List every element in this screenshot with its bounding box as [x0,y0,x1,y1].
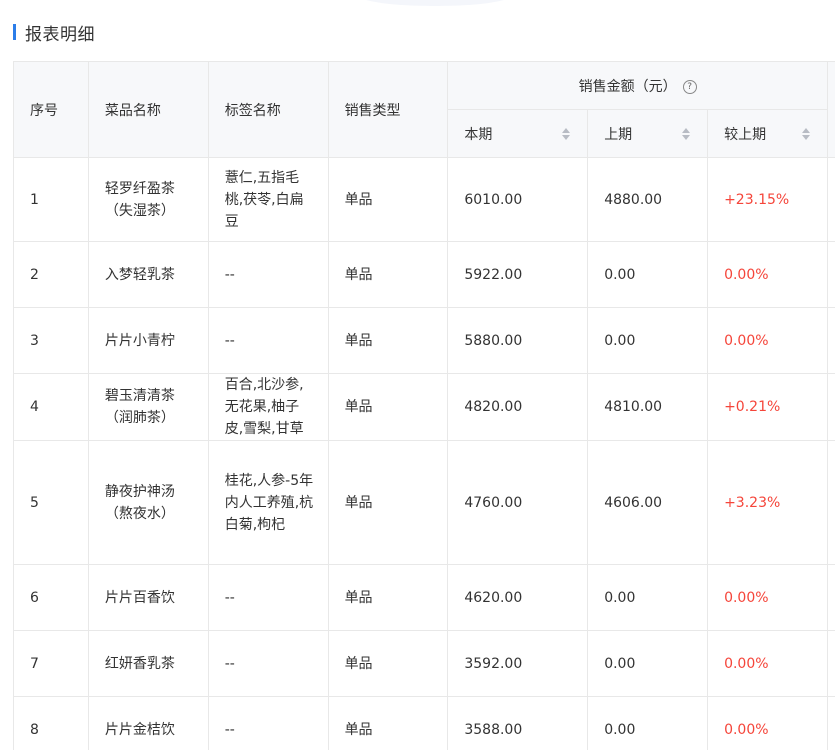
cell-type: 单品 [327,373,449,441]
cell-type: 单品 [327,564,449,631]
cell-type: 单品 [327,241,449,308]
cell-previous: 0.00 [587,241,709,308]
header-current[interactable]: 本期 [447,109,589,158]
cell-change: 0.00% [707,241,828,308]
header-previous-label: 上期 [604,126,633,143]
cell-index: 5 [13,440,89,565]
cell-tags: -- [207,307,329,374]
cell-tags: -- [207,241,329,308]
header-change-label: 较上期 [724,126,767,143]
cell-current: 4820.00 [447,373,589,441]
cell-previous: 0.00 [587,564,709,631]
table-row: 5 静夜护神汤（熬夜水） 桂花,人参-5年内人工养殖,杭白菊,枸杞 单品 476… [13,440,835,565]
cell-type: 单品 [327,696,449,750]
header-sales-amount-label: 销售金额（元） [578,78,677,95]
cell-previous: 4606.00 [587,440,709,565]
cell-index: 7 [13,630,89,697]
top-decoration [360,0,510,6]
table-row: 6 片片百香饮 -- 单品 4620.00 0.00 0.00% [13,564,835,631]
cell-extra [826,241,835,308]
cell-index: 3 [13,307,89,374]
header-dish-name: 菜品名称 [87,61,209,158]
cell-index: 6 [13,564,89,631]
sort-caret-icon[interactable] [681,127,691,140]
header-previous[interactable]: 上期 [587,109,709,158]
cell-extra [826,630,835,697]
cell-dish-name: 静夜护神汤（熬夜水） [87,440,209,565]
header-extra [826,61,835,158]
report-table: 序号 菜品名称 标签名称 销售类型 销售金额（元）? 本期 上期 较上期 1 轻… [13,61,835,750]
cell-tags: 桂花,人参-5年内人工养殖,杭白菊,枸杞 [207,440,329,565]
cell-previous: 4880.00 [587,157,709,242]
cell-dish-name: 入梦轻乳茶 [87,241,209,308]
report-table-container: 序号 菜品名称 标签名称 销售类型 销售金额（元）? 本期 上期 较上期 1 轻… [13,61,835,750]
cell-type: 单品 [327,440,449,565]
cell-tags: 百合,北沙参,无花果,柚子皮,雪梨,甘草 [207,373,329,441]
cell-tags: -- [207,630,329,697]
cell-dish-name: 片片小青柠 [87,307,209,374]
cell-dish-name: 红妍香乳茶 [87,630,209,697]
cell-change: +23.15% [707,157,828,242]
cell-extra [826,157,835,242]
cell-index: 8 [13,696,89,750]
table-row: 7 红妍香乳茶 -- 单品 3592.00 0.00 0.00% [13,630,835,697]
cell-current: 4620.00 [447,564,589,631]
cell-type: 单品 [327,630,449,697]
cell-tags: -- [207,564,329,631]
cell-extra [826,373,835,441]
table-row: 8 片片金桔饮 -- 单品 3588.00 0.00 0.00% [13,696,835,750]
header-index: 序号 [13,61,89,158]
header-tag-name: 标签名称 [207,61,329,158]
cell-extra [826,307,835,374]
cell-current: 5880.00 [447,307,589,374]
header-current-label: 本期 [464,126,493,143]
cell-dish-name: 片片百香饮 [87,564,209,631]
table-row: 3 片片小青柠 -- 单品 5880.00 0.00 0.00% [13,307,835,374]
cell-extra [826,564,835,631]
header-change[interactable]: 较上期 [707,109,828,158]
table-row: 4 碧玉清清茶（润肺茶） 百合,北沙参,无花果,柚子皮,雪梨,甘草 单品 482… [13,373,835,441]
cell-index: 1 [13,157,89,242]
header-sales-amount-group: 销售金额（元）? [447,61,828,110]
cell-dish-name: 碧玉清清茶（润肺茶） [87,373,209,441]
sort-caret-icon[interactable] [561,127,571,140]
cell-dish-name: 轻罗纤盈茶（失湿茶） [87,157,209,242]
cell-tags: -- [207,696,329,750]
cell-current: 6010.00 [447,157,589,242]
cell-change: +0.21% [707,373,828,441]
section-title: 报表明细 [25,24,95,45]
cell-current: 3588.00 [447,696,589,750]
cell-previous: 0.00 [587,696,709,750]
cell-tags: 薏仁,五指毛桃,茯苓,白扁豆 [207,157,329,242]
cell-index: 4 [13,373,89,441]
section-accent-bar [13,24,16,40]
cell-extra [826,440,835,565]
cell-current: 3592.00 [447,630,589,697]
table-row: 1 轻罗纤盈茶（失湿茶） 薏仁,五指毛桃,茯苓,白扁豆 单品 6010.00 4… [13,157,835,242]
cell-previous: 0.00 [587,307,709,374]
cell-previous: 4810.00 [587,373,709,441]
cell-change: 0.00% [707,696,828,750]
table-row: 2 入梦轻乳茶 -- 单品 5922.00 0.00 0.00% [13,241,835,308]
question-circle-icon[interactable]: ? [682,79,697,94]
cell-change: +3.23% [707,440,828,565]
cell-extra [826,696,835,750]
cell-dish-name: 片片金桔饮 [87,696,209,750]
cell-type: 单品 [327,307,449,374]
cell-index: 2 [13,241,89,308]
cell-change: 0.00% [707,630,828,697]
cell-previous: 0.00 [587,630,709,697]
cell-change: 0.00% [707,307,828,374]
cell-type: 单品 [327,157,449,242]
cell-current: 4760.00 [447,440,589,565]
sort-caret-icon[interactable] [801,127,811,140]
report-page: 报表明细 序号 菜品名称 标签名称 销售类型 销售金额（元） ? 本期 上期 较… [0,0,835,750]
section-header: 报表明细 [13,20,95,45]
header-sales-type: 销售类型 [327,61,449,158]
cell-change: 0.00% [707,564,828,631]
cell-current: 5922.00 [447,241,589,308]
